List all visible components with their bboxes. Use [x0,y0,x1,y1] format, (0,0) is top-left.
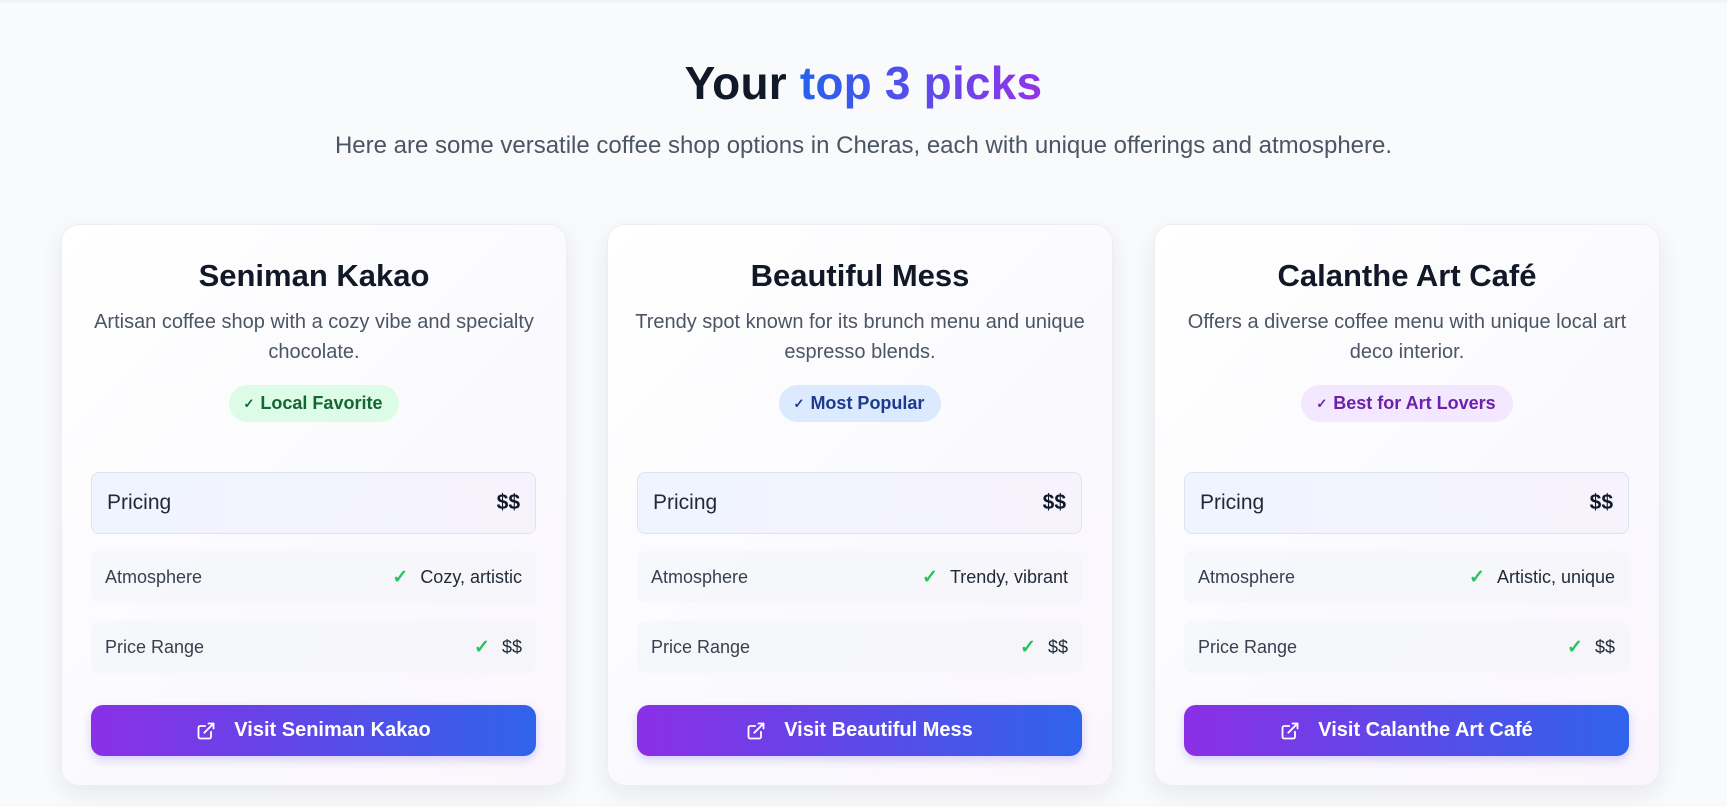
top-edge-shadow [0,0,1727,4]
pricing-label: Pricing [107,491,172,514]
check-icon: ✓ [1567,636,1583,658]
visit-beautiful-mess-button[interactable]: Visit Beautiful Mess [637,705,1082,756]
external-link-icon [1281,722,1299,739]
page-title: Your top 3 picks [0,56,1727,110]
check-icon: ✓ [1316,395,1328,411]
title-prefix: Your [684,57,800,109]
atmosphere-row: Atmosphere ✓ Trendy, vibrant [637,551,1082,603]
visit-seniman-kakao-button[interactable]: Visit Seniman Kakao [91,705,536,756]
shop-card-seniman-kakao: Seniman Kakao Artisan coffee shop with a… [61,224,567,786]
external-link-icon [197,722,215,739]
price-range-row: Price Range ✓ $$ [1184,621,1629,673]
card-title: Calanthe Art Café [1277,258,1537,293]
atmosphere-label: Atmosphere [1198,566,1296,587]
button-label: Visit Beautiful Mess [784,719,973,741]
atmosphere-value: Artistic, unique [1496,566,1615,587]
badge-label: Best for Art Lovers [1333,393,1496,413]
price-range-label: Price Range [651,636,751,657]
check-icon: ✓ [1469,566,1485,588]
card-description: Artisan coffee shop with a cozy vibe and… [94,311,534,363]
card-title: Beautiful Mess [750,258,970,293]
pricing-label: Pricing [653,491,718,514]
shop-card-beautiful-mess: Beautiful Mess Trendy spot known for its… [607,224,1113,786]
check-icon: ✓ [392,566,409,588]
card-title: Seniman Kakao [198,258,430,293]
atmosphere-label: Atmosphere [651,566,749,587]
pricing-row: Pricing $$ [637,472,1082,534]
badge-local-favorite: ✓ Local Favorite [228,385,400,422]
visit-calanthe-art-cafe-button[interactable]: Visit Calanthe Art Café [1184,705,1629,756]
atmosphere-row: Atmosphere ✓ Artistic, unique [1184,551,1629,603]
check-icon: ✓ [1020,636,1036,658]
title-accent: top 3 picks [799,57,1043,109]
page-subtitle: Here are some versatile coffee shop opti… [334,132,1393,159]
atmosphere-row: Atmosphere ✓ Cozy, artistic [91,551,536,603]
section-header: Your top 3 picks Here are some versatile… [0,56,1727,160]
check-icon: ✓ [793,395,805,411]
atmosphere-label: Atmosphere [105,566,203,587]
atmosphere-value: Cozy, artistic [420,566,522,587]
price-range-value: $$ [501,636,522,657]
button-label: Visit Calanthe Art Café [1318,719,1533,741]
atmosphere-value: Trendy, vibrant [949,566,1068,587]
check-icon: ✓ [474,636,490,658]
card-description: Trendy spot known for its brunch menu an… [635,311,1085,363]
pricing-row: Pricing $$ [1184,472,1629,534]
badge-most-popular: ✓ Most Popular [778,385,942,422]
pricing-row: Pricing $$ [91,472,536,534]
check-icon: ✓ [243,395,255,411]
price-range-value: $$ [1047,636,1068,657]
shop-card-calanthe-art-cafe: Calanthe Art Café Offers a diverse coffe… [1154,224,1660,786]
price-range-label: Price Range [1198,636,1298,657]
badge-best-for-art-lovers: ✓ Best for Art Lovers [1301,385,1513,422]
price-range-row: Price Range ✓ $$ [637,621,1082,673]
button-label: Visit Seniman Kakao [234,719,431,741]
pricing-value: $$ [496,491,520,514]
badge-label: Local Favorite [260,393,383,413]
price-range-row: Price Range ✓ $$ [91,621,536,673]
pricing-value: $$ [1589,491,1613,514]
external-link-icon [747,722,765,739]
badge-label: Most Popular [810,393,925,413]
pricing-label: Pricing [1200,491,1265,514]
price-range-value: $$ [1594,636,1615,657]
price-range-label: Price Range [105,636,205,657]
check-icon: ✓ [922,566,938,588]
pricing-value: $$ [1042,491,1066,514]
card-description: Offers a diverse coffee menu with unique… [1187,311,1627,363]
